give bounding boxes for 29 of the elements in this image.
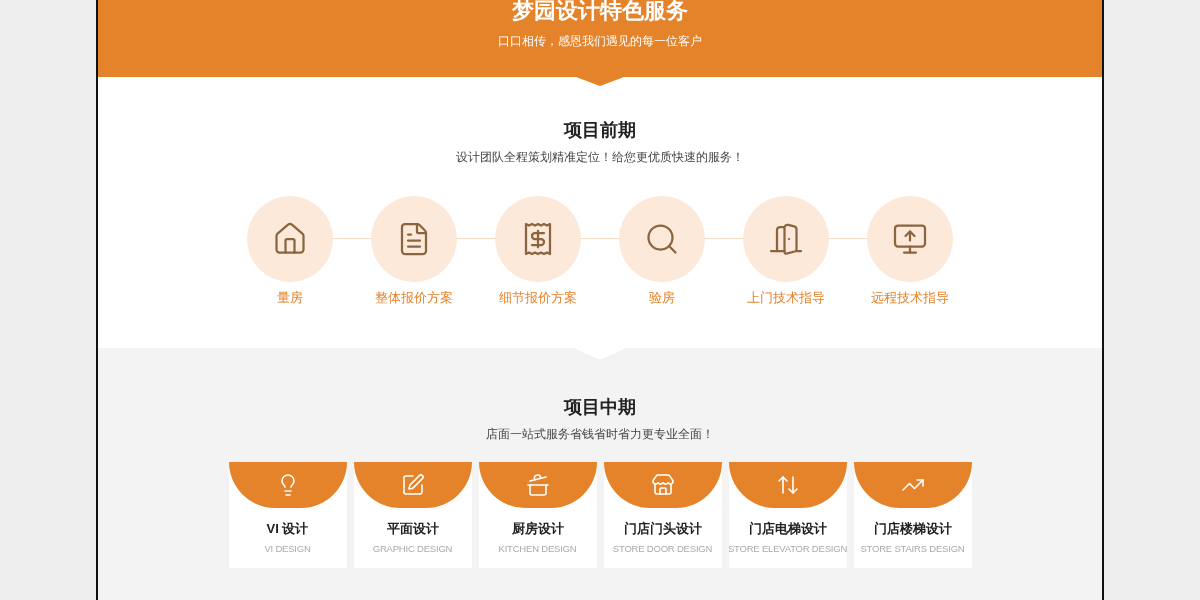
service-english: VI DESIGN bbox=[264, 541, 311, 556]
service-name: VI 设计 bbox=[266, 520, 309, 538]
monitor-icon bbox=[892, 221, 928, 257]
service-english: GRAPHIC DESIGN bbox=[372, 541, 453, 556]
service-name: 门店门头设计 bbox=[623, 520, 702, 538]
pen-square-icon bbox=[400, 473, 425, 497]
section-subtitle: 口口相传，感恩我们遇见的每一位客户 bbox=[498, 33, 702, 50]
service-name: 门店楼梯设计 bbox=[873, 520, 952, 538]
step-label: 细节报价方案 bbox=[499, 289, 577, 307]
section-subtitle: 设计团队全程策划精准定位！给您更优质快速的服务！ bbox=[456, 149, 744, 166]
storefront-icon bbox=[650, 473, 675, 497]
service-english: STORE ELEVATOR DESIGN bbox=[728, 541, 847, 556]
section-title: 项目中期 bbox=[564, 396, 636, 419]
service-name: 平面设计 bbox=[386, 520, 439, 538]
step-label: 量房 bbox=[277, 289, 303, 307]
service-english: KITCHEN DESIGN bbox=[498, 541, 577, 556]
step-label: 整体报价方案 bbox=[375, 289, 453, 307]
section-title: 梦园设计特色服务 bbox=[512, 0, 688, 24]
service-english: STORE DOOR DESIGN bbox=[612, 541, 713, 556]
step-label: 上门技术指导 bbox=[747, 289, 825, 307]
section-subtitle: 店面一站式服务省钱省时省力更专业全面！ bbox=[486, 426, 714, 443]
service-english: STORE STAIRS DESIGN bbox=[860, 541, 965, 556]
door-icon bbox=[768, 221, 804, 257]
step-label: 验房 bbox=[649, 289, 675, 307]
step-label: 远程技术指导 bbox=[871, 289, 949, 307]
service-name: 厨房设计 bbox=[511, 520, 564, 538]
search-icon bbox=[644, 221, 680, 257]
section-title: 项目前期 bbox=[564, 119, 636, 142]
service-name: 门店电梯设计 bbox=[748, 520, 827, 538]
